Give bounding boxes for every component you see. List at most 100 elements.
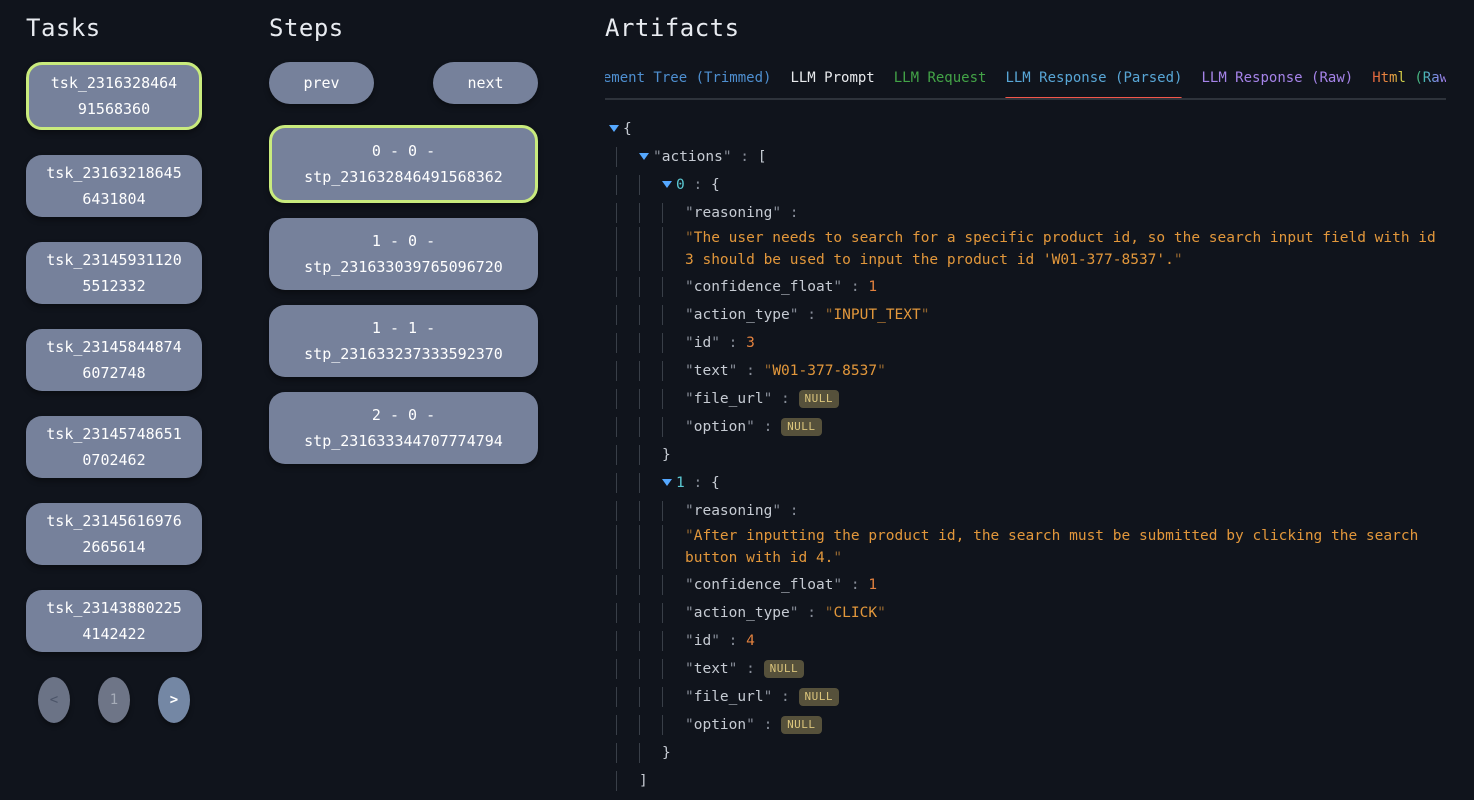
indent-guide [662, 361, 685, 381]
indent-guide [639, 687, 662, 707]
json-index: 1 [676, 475, 685, 491]
next-step-button[interactable]: next [433, 62, 538, 104]
json-row-content: "id" : 3 [685, 333, 755, 353]
json-string-value: "CLICK" [825, 605, 886, 621]
step-button[interactable]: 2 - 0 - stp_231633344707774794 [269, 392, 538, 464]
artifacts-tab[interactable]: Element Tree (Trimmed) [605, 66, 771, 98]
json-colon: : [720, 335, 746, 351]
json-null-badge: NULL [764, 660, 805, 678]
json-row: "reasoning" : [605, 497, 1446, 525]
json-colon: : [781, 205, 798, 221]
json-key: action_type [694, 605, 790, 621]
indent-guide [662, 575, 685, 595]
indent-guide [639, 473, 662, 493]
json-row: 0 : { [605, 171, 1446, 199]
indent-guide [639, 361, 662, 381]
json-key: confidence_float [694, 577, 834, 593]
json-colon: : [842, 279, 868, 295]
indent-guide [616, 631, 639, 651]
json-punctuation: [ [758, 149, 767, 165]
json-quote: " [685, 661, 694, 677]
json-key: id [694, 335, 711, 351]
tasks-panel: Tasks tsk_231632846491568360tsk_23163218… [26, 14, 202, 800]
json-quote: " [723, 149, 732, 165]
indent-guide [616, 771, 639, 791]
page-number-button[interactable]: 1 [98, 677, 130, 723]
indent-guide [639, 525, 662, 569]
artifacts-tab[interactable]: LLM Prompt [790, 66, 874, 98]
json-colon: : [799, 307, 825, 323]
indent-guide [662, 305, 685, 325]
next-page-button[interactable]: > [158, 677, 190, 723]
json-key: option [694, 419, 746, 435]
json-quote: " [653, 149, 662, 165]
indent-guide [639, 603, 662, 623]
json-colon: : [755, 717, 781, 733]
indent-guide [639, 445, 662, 465]
json-row: "id" : 3 [605, 329, 1446, 357]
task-button[interactable]: tsk_231438802254142422 [26, 590, 202, 652]
json-punctuation: { [711, 475, 720, 491]
prev-step-button[interactable]: prev [269, 62, 374, 104]
json-row: "id" : 4 [605, 627, 1446, 655]
indent-guide [616, 525, 639, 569]
json-quote: " [685, 503, 694, 519]
collapse-arrow-icon[interactable] [639, 153, 649, 160]
task-button[interactable]: tsk_231456169762665614 [26, 503, 202, 565]
indent-guide [616, 227, 639, 271]
json-null-badge: NULL [781, 418, 822, 436]
step-button[interactable]: 1 - 0 - stp_231633039765096720 [269, 218, 538, 290]
json-quote: " [685, 279, 694, 295]
json-quote: " [825, 605, 834, 621]
json-row: "action_type" : "INPUT_TEXT" [605, 301, 1446, 329]
prev-page-button[interactable]: < [38, 677, 70, 723]
json-row-content: 0 : { [676, 175, 720, 195]
json-key: action_type [694, 307, 790, 323]
indent-guide [662, 715, 685, 735]
step-button[interactable]: 0 - 0 - stp_231632846491568362 [269, 125, 538, 203]
task-button[interactable]: tsk_231458448746072748 [26, 329, 202, 391]
json-row: "text" : "W01-377-8537" [605, 357, 1446, 385]
collapse-arrow-icon[interactable] [662, 479, 672, 486]
task-button[interactable]: tsk_231457486510702462 [26, 416, 202, 478]
json-index: 0 [676, 177, 685, 193]
json-quote: " [685, 633, 694, 649]
task-button[interactable]: tsk_231459311205512332 [26, 242, 202, 304]
indent-guide [616, 743, 639, 763]
indent-guide [616, 473, 639, 493]
json-string-value: "W01-377-8537" [764, 363, 886, 379]
json-quote: " [833, 550, 842, 566]
artifacts-panel: Artifacts Element Tree (Trimmed)LLM Prom… [605, 14, 1446, 800]
collapse-arrow-icon[interactable] [662, 181, 672, 188]
steps-panel: Steps prev next 0 - 0 - stp_231632846491… [269, 14, 538, 800]
json-row: "action_type" : "CLICK" [605, 599, 1446, 627]
indent-guide [616, 575, 639, 595]
json-quote: " [711, 335, 720, 351]
artifacts-tab[interactable]: LLM Response (Parsed) [1005, 66, 1182, 98]
json-row: "option" : NULL [605, 413, 1446, 441]
step-nav: prev next [269, 62, 538, 104]
step-button[interactable]: 1 - 1 - stp_231633237333592370 [269, 305, 538, 377]
task-button[interactable]: tsk_231632846491568360 [26, 62, 202, 130]
json-quote: " [685, 577, 694, 593]
json-row: 1 : { [605, 469, 1446, 497]
task-button[interactable]: tsk_231632186456431804 [26, 155, 202, 217]
json-row: "option" : NULL [605, 711, 1446, 739]
json-punctuation: } [662, 447, 671, 463]
indent-guide [616, 501, 639, 521]
json-colon: : [737, 661, 763, 677]
json-quote: " [685, 335, 694, 351]
json-quote: " [877, 363, 886, 379]
collapse-arrow-icon[interactable] [609, 125, 619, 132]
json-row-content: "action_type" : "INPUT_TEXT" [685, 305, 929, 325]
json-row: "confidence_float" : 1 [605, 571, 1446, 599]
artifacts-tab[interactable]: Html (Raw) [1372, 66, 1446, 98]
indent-guide [616, 361, 639, 381]
artifacts-tab[interactable]: LLM Request [894, 66, 987, 98]
indent-guide [639, 417, 662, 437]
json-quote: " [685, 391, 694, 407]
json-colon: : [772, 391, 798, 407]
json-row: "The user needs to search for a specific… [605, 227, 1446, 273]
json-row: "text" : NULL [605, 655, 1446, 683]
artifacts-tab[interactable]: LLM Response (Raw) [1201, 66, 1353, 98]
